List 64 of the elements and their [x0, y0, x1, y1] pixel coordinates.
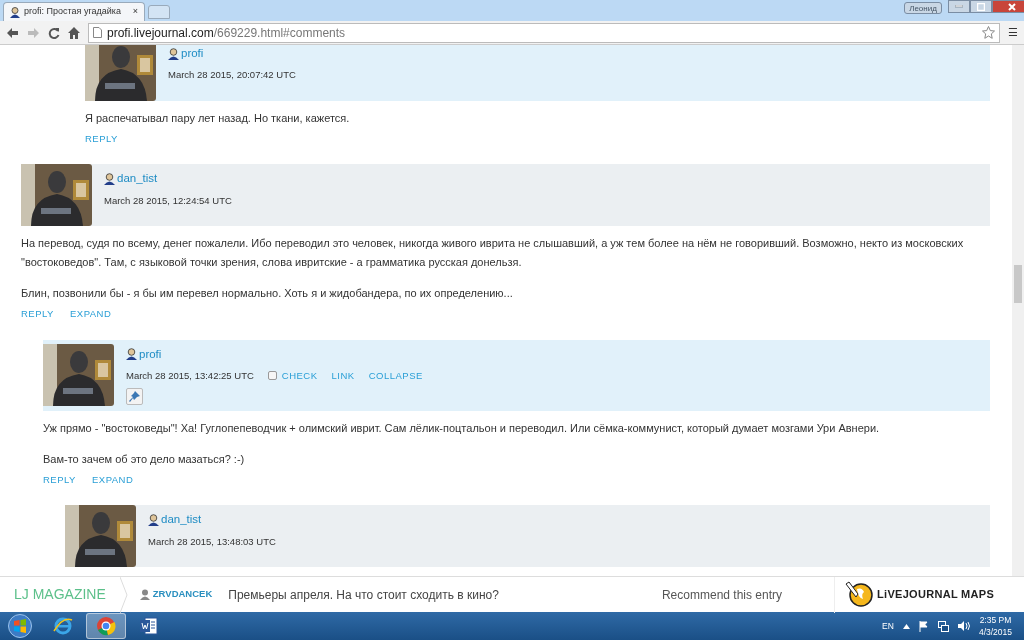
username-link[interactable]: dan_tist — [117, 170, 158, 188]
user-icon — [10, 6, 20, 18]
close-icon[interactable]: × — [132, 5, 138, 19]
browser-e-icon — [53, 616, 73, 636]
checkbox[interactable] — [267, 371, 277, 381]
reload-icon[interactable] — [48, 26, 60, 39]
speaker-icon[interactable] — [957, 621, 970, 631]
star-icon[interactable] — [982, 26, 995, 39]
action-link[interactable]: EXPAND — [69, 307, 112, 322]
tab-title: profi: Простая угадайка — [24, 5, 122, 19]
logo-text: LiVEJOURNAL MAPS — [877, 587, 995, 603]
username-link[interactable]: dan_tist — [161, 511, 202, 529]
windows-logo-icon — [8, 614, 32, 638]
clock[interactable]: 2:35 PM 4/3/2015 — [978, 614, 1012, 638]
magazine-link[interactable]: LJ MAGAZINE — [0, 584, 120, 605]
minimize-icon — [955, 5, 963, 8]
network-icon[interactable] — [937, 620, 949, 632]
url-text: profi.livejournal.com/669229.html#comments — [107, 24, 346, 42]
user-icon — [104, 172, 115, 185]
pin-icon — [129, 391, 140, 402]
pin-button[interactable] — [126, 388, 143, 405]
user-icon — [139, 589, 150, 600]
menu-icon[interactable]: ☰ — [1008, 24, 1018, 41]
back-icon[interactable] — [6, 26, 19, 39]
user-icon — [148, 513, 159, 526]
restore-button[interactable] — [970, 0, 992, 13]
document-icon — [139, 616, 159, 636]
scrollbar[interactable] — [1012, 45, 1024, 576]
user-icon — [126, 348, 137, 361]
author-link[interactable]: ZRVDANCEK — [139, 587, 213, 602]
check-link[interactable]: CHECK — [281, 368, 318, 383]
action-link[interactable]: EXPAND — [91, 473, 134, 488]
browser-tab[interactable]: profi: Простая угадайка × — [3, 2, 145, 21]
address-bar[interactable]: profi.livejournal.com/669229.html#comments — [88, 22, 1000, 43]
action-link[interactable]: REPLY — [43, 473, 76, 488]
comment-date: March 28 2015, 13:42:25 UTC — [126, 368, 254, 383]
language-indicator[interactable]: EN — [882, 619, 894, 633]
page-icon — [93, 27, 102, 38]
action-link[interactable]: COLLAPSE — [368, 368, 423, 383]
comment-text: Я распечатывал пару лет назад. Но ткани, кажется. — [85, 111, 351, 126]
flag-icon[interactable] — [918, 620, 929, 632]
recommend-link[interactable]: Recommend this entry — [661, 585, 782, 604]
comment-date: March 28 2015, 20:07:42 UTC — [168, 68, 296, 83]
profile-button[interactable]: Леонид — [904, 2, 942, 14]
comment-text: Блин, позвонили бы - я бы им перевел нормально. Хоть я и жидобандера, по их определению... — [21, 286, 514, 302]
username-link[interactable]: profi — [181, 45, 204, 63]
home-icon[interactable] — [68, 26, 80, 39]
chrome-icon — [96, 616, 116, 636]
restore-icon — [977, 2, 985, 11]
comment-date: March 28 2015, 13:48:03 UTC — [148, 534, 276, 549]
comment-text: Уж прямо - "востоковеды"! Ха! Гуглопепеводчик + олимский иврит. Сам лёлик-поцтальон и переводил. Или сёмка-коммунист, который думает мозгами Ури Авнери. — [43, 421, 881, 436]
action-link[interactable]: LINK — [331, 368, 355, 383]
comment-text: Вам-то зачем об это дело мазаться? :-) — [43, 452, 246, 467]
username-link[interactable]: profi — [139, 345, 162, 363]
headline-link[interactable]: Премьеры апреля. На что стоит сходить в кино? — [228, 585, 499, 604]
user-icon — [168, 47, 179, 60]
comment-date: March 28 2015, 12:24:54 UTC — [104, 193, 232, 208]
comment-text: На перевод, судя по всему, денег пожалели. Ибо переводил это человек, никогда живого иврита не слышавший, а уж тем более на нём не говоривший. Возможно, некто из московских "востоковедов". Там, с языковой точки зрения, слова ивритские - а грамматика русская донельзя. — [21, 236, 965, 271]
action-link[interactable]: REPLY — [85, 132, 118, 147]
action-link[interactable]: REPLY — [21, 307, 54, 322]
close-button[interactable] — [992, 0, 1024, 13]
globe-pencil-icon — [845, 580, 873, 609]
close-icon — [1008, 2, 1016, 11]
show-hidden-icon[interactable] — [902, 623, 910, 629]
